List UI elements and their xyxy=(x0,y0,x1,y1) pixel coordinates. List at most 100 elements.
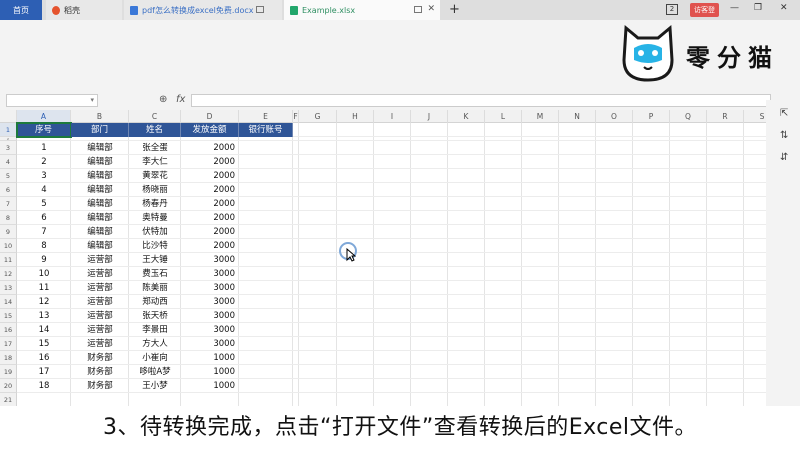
data-cell[interactable]: 3000 xyxy=(181,323,239,337)
row-header-8[interactable]: 8 xyxy=(0,211,17,225)
data-cell[interactable]: 5 xyxy=(17,197,71,211)
data-cell[interactable]: 陈美丽 xyxy=(129,281,181,295)
data-cell[interactable]: 运营部 xyxy=(71,253,129,267)
select-all-corner[interactable] xyxy=(0,110,17,123)
data-cell[interactable]: 14 xyxy=(17,323,71,337)
data-cell[interactable]: 比沙特 xyxy=(129,239,181,253)
column-header-e[interactable]: E xyxy=(239,110,293,123)
data-cell[interactable]: 7 xyxy=(17,225,71,239)
data-cell[interactable]: 3 xyxy=(17,169,71,183)
data-cell[interactable]: 运营部 xyxy=(71,309,129,323)
column-header-s[interactable]: S xyxy=(744,110,766,123)
data-cell[interactable]: 奥特曼 xyxy=(129,211,181,225)
data-cell[interactable]: 李景田 xyxy=(129,323,181,337)
name-box[interactable]: ▾ xyxy=(6,94,98,107)
spreadsheet[interactable]: ABCDEFGHIJKLMNOPQRS 1 2 3 4 5 6 7 8 9 10 11 12 13 14 1… xyxy=(0,110,766,410)
formula-input[interactable] xyxy=(191,94,771,107)
row-header-17[interactable]: 17 xyxy=(0,337,17,351)
column-header-r[interactable]: R xyxy=(707,110,744,123)
row-header-21[interactable]: 21 xyxy=(0,393,17,407)
column-header-c[interactable]: C xyxy=(129,110,181,123)
data-cell[interactable]: 财务部 xyxy=(71,379,129,393)
data-cell[interactable]: 财务部 xyxy=(71,351,129,365)
row-header-19[interactable]: 19 xyxy=(0,365,17,379)
data-cell[interactable]: 4 xyxy=(17,183,71,197)
column-header-m[interactable]: M xyxy=(522,110,559,123)
row-header-20[interactable]: 20 xyxy=(0,379,17,393)
header-cell[interactable]: 序号 xyxy=(16,122,72,138)
row-header-4[interactable]: 4 xyxy=(0,155,17,169)
data-cell[interactable]: 2000 xyxy=(181,183,239,197)
data-cell[interactable]: 小崔向 xyxy=(129,351,181,365)
column-header-j[interactable]: J xyxy=(411,110,448,123)
data-cell[interactable]: 郑动西 xyxy=(129,295,181,309)
column-header-q[interactable]: Q xyxy=(670,110,707,123)
data-cell[interactable]: 李大仁 xyxy=(129,155,181,169)
column-header-a[interactable]: A xyxy=(17,110,71,123)
data-cell[interactable]: 编辑部 xyxy=(71,183,129,197)
column-header-i[interactable]: I xyxy=(374,110,411,123)
select-cursor-icon[interactable]: ⇱ xyxy=(780,108,788,119)
visitor-login-button[interactable]: 访客登 xyxy=(690,3,719,17)
column-header-k[interactable]: K xyxy=(448,110,485,123)
row-header-6[interactable]: 6 xyxy=(0,183,17,197)
data-cell[interactable]: 黄翠花 xyxy=(129,169,181,183)
data-cell[interactable]: 2000 xyxy=(181,169,239,183)
data-cell[interactable]: 1 xyxy=(17,141,71,155)
data-cell[interactable]: 运营部 xyxy=(71,337,129,351)
data-cell[interactable]: 编辑部 xyxy=(71,197,129,211)
data-cell[interactable]: 2000 xyxy=(181,239,239,253)
header-cell[interactable]: 姓名 xyxy=(129,123,181,137)
data-cell[interactable]: 张全蛋 xyxy=(129,141,181,155)
row-header-18[interactable]: 18 xyxy=(0,351,17,365)
data-cell[interactable]: 10 xyxy=(17,267,71,281)
screen-icon[interactable] xyxy=(256,6,264,13)
minimize-button[interactable]: — xyxy=(730,3,739,13)
data-cell[interactable]: 王大锤 xyxy=(129,253,181,267)
restore-button[interactable]: ❐ xyxy=(754,3,762,13)
row-header-5[interactable]: 5 xyxy=(0,169,17,183)
data-cell[interactable]: 2000 xyxy=(181,141,239,155)
data-cell[interactable]: 2000 xyxy=(181,197,239,211)
data-cell[interactable]: 张天桥 xyxy=(129,309,181,323)
cell-grid[interactable]: 序号 部门 姓名 发放金额 银行账号 1 编辑部 张全蛋 2000 2 编辑部 李大仁 2000 3 编辑部… xyxy=(16,122,766,410)
data-cell[interactable]: 3000 xyxy=(181,253,239,267)
data-cell[interactable]: 运营部 xyxy=(71,323,129,337)
data-cell[interactable]: 3000 xyxy=(181,309,239,323)
data-cell[interactable]: 12 xyxy=(17,295,71,309)
tab-home[interactable]: 首页 xyxy=(0,0,42,20)
adjust-icon[interactable]: ⇅ xyxy=(780,130,788,141)
data-cell[interactable]: 王小梦 xyxy=(129,379,181,393)
data-cell[interactable]: 运营部 xyxy=(71,295,129,309)
row-header-7[interactable]: 7 xyxy=(0,197,17,211)
row-header-1[interactable]: 1 xyxy=(0,123,17,137)
column-header-p[interactable]: P xyxy=(633,110,670,123)
data-cell[interactable]: 杨晓丽 xyxy=(129,183,181,197)
chevron-down-icon[interactable]: ▾ xyxy=(90,96,94,104)
data-cell[interactable]: 2000 xyxy=(181,155,239,169)
data-cell[interactable]: 6 xyxy=(17,211,71,225)
header-cell[interactable]: 部门 xyxy=(71,123,129,137)
window-count-badge[interactable]: 2 xyxy=(666,4,678,15)
data-cell[interactable]: 运营部 xyxy=(71,267,129,281)
data-cell[interactable]: 编辑部 xyxy=(71,155,129,169)
data-cell[interactable]: 3000 xyxy=(181,281,239,295)
data-cell[interactable]: 财务部 xyxy=(71,365,129,379)
data-cell[interactable]: 1000 xyxy=(181,351,239,365)
data-cell[interactable]: 3000 xyxy=(181,337,239,351)
close-tab-icon[interactable]: ✕ xyxy=(427,4,435,14)
data-cell[interactable]: 编辑部 xyxy=(71,239,129,253)
screen-icon[interactable] xyxy=(414,6,422,13)
data-cell[interactable]: 2 xyxy=(17,155,71,169)
data-cell[interactable]: 3000 xyxy=(181,267,239,281)
zoom-icon[interactable]: ⊕ xyxy=(159,94,167,105)
column-header-h[interactable]: H xyxy=(337,110,374,123)
tab-docx[interactable]: pdf怎么转换成excel免费.docx xyxy=(124,0,282,20)
data-cell[interactable]: 杨春丹 xyxy=(129,197,181,211)
data-cell[interactable]: 编辑部 xyxy=(71,225,129,239)
data-cell[interactable]: 1000 xyxy=(181,365,239,379)
sort-icon[interactable]: ⇵ xyxy=(780,152,788,163)
row-header-9[interactable]: 9 xyxy=(0,225,17,239)
data-cell[interactable]: 编辑部 xyxy=(71,169,129,183)
row-header-3[interactable]: 3 xyxy=(0,141,17,155)
